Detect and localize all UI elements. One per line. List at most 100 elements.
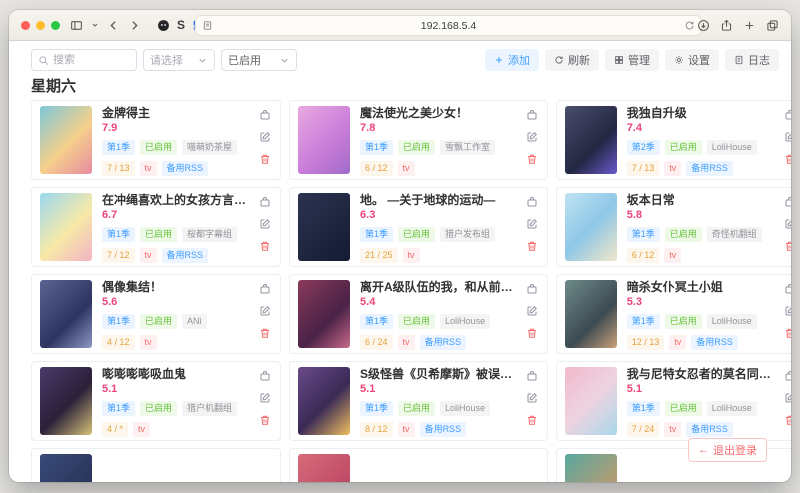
- manage-button[interactable]: 管理: [605, 49, 659, 71]
- card-title: 嘭嘭嘭嘭吸血鬼: [102, 367, 272, 382]
- anime-card-partial[interactable]: [289, 448, 548, 482]
- tag-status: 已启用: [665, 227, 702, 242]
- anime-card[interactable]: 偶像集结！ 5.6 第1季 已启用 ANi 4 / 12 tv: [31, 274, 281, 354]
- delete-button[interactable]: [259, 327, 271, 339]
- anime-poster: [565, 106, 617, 174]
- logs-button[interactable]: 日志: [725, 49, 779, 71]
- anime-card[interactable]: 坂本日常 5.8 第1季 已启用 奇怪机翻组 6 / 12 tv: [556, 187, 791, 267]
- grid-icon: [614, 55, 624, 65]
- chevron-down-icon[interactable]: [91, 21, 99, 29]
- minimize-window-button[interactable]: [36, 21, 45, 30]
- archive-button[interactable]: [526, 283, 538, 295]
- anime-card[interactable]: 在冲绳喜欢上的女孩方言… 6.7 第1季 已启用 桜都字幕组 7 / 12 tv…: [31, 187, 281, 267]
- archive-button[interactable]: [259, 196, 271, 208]
- close-window-button[interactable]: [21, 21, 30, 30]
- back-icon[interactable]: [107, 19, 120, 32]
- robot-extension-icon[interactable]: [157, 19, 170, 32]
- tag-group: LoliHouse: [707, 140, 757, 155]
- delete-button[interactable]: [526, 327, 538, 339]
- forward-icon[interactable]: [128, 19, 141, 32]
- delete-button[interactable]: [259, 240, 271, 252]
- archive-button[interactable]: [259, 370, 271, 382]
- edit-button[interactable]: [526, 392, 538, 404]
- tag-type: tv: [664, 422, 681, 437]
- edit-button[interactable]: [259, 392, 271, 404]
- edit-button[interactable]: [784, 305, 791, 317]
- edit-button[interactable]: [784, 218, 791, 230]
- edit-button[interactable]: [259, 131, 271, 143]
- anime-card[interactable]: 魔法使光之美少女！ 7.8 第1季 已启用 雪飘工作室 6 / 12 tv: [289, 100, 548, 180]
- page-icon[interactable]: [202, 20, 213, 31]
- delete-button[interactable]: [784, 153, 791, 165]
- anime-card[interactable]: 我独自升级 7.4 第2季 已启用 LoliHouse 7 / 13 tv 备用…: [556, 100, 791, 180]
- tag-season: 第1季: [627, 401, 660, 416]
- tag-season: 第1季: [102, 314, 135, 329]
- document-icon: [734, 55, 744, 65]
- tab-overview-icon[interactable]: [766, 19, 779, 32]
- archive-button[interactable]: [784, 109, 791, 121]
- anime-card[interactable]: 地。 —关于地球的运动— 6.3 第1季 已启用 猎户发布组 21 / 25 t…: [289, 187, 548, 267]
- edit-button[interactable]: [526, 305, 538, 317]
- delete-button[interactable]: [526, 153, 538, 165]
- card-rating: 6.3: [360, 209, 539, 221]
- card-title: S级怪兽《贝希摩斯》被误…: [360, 367, 539, 382]
- delete-button[interactable]: [526, 414, 538, 426]
- edit-button[interactable]: [784, 392, 791, 404]
- archive-button[interactable]: [526, 109, 538, 121]
- settings-button[interactable]: 设置: [665, 49, 719, 71]
- archive-button[interactable]: [784, 370, 791, 382]
- anime-card[interactable]: S级怪兽《贝希摩斯》被误… 5.1 第1季 已启用 LoliHouse 8 / …: [289, 361, 548, 441]
- group-select[interactable]: 请选择: [143, 49, 215, 71]
- edit-icon: [784, 131, 791, 143]
- delete-button[interactable]: [784, 414, 791, 426]
- archive-button[interactable]: [259, 283, 271, 295]
- search-input[interactable]: [53, 54, 130, 66]
- archive-icon: [526, 109, 538, 121]
- anime-card-partial[interactable]: [31, 448, 281, 482]
- refresh-button[interactable]: 刷新: [545, 49, 599, 71]
- delete-button[interactable]: [259, 153, 271, 165]
- tag-type: tv: [403, 248, 420, 263]
- anime-card[interactable]: 我与尼特女忍者的莫名同… 5.1 第1季 已启用 LoliHouse 7 / 2…: [556, 361, 791, 441]
- tag-group: LoliHouse: [707, 401, 757, 416]
- edit-button[interactable]: [526, 131, 538, 143]
- archive-button[interactable]: [784, 196, 791, 208]
- add-button-label: 添加: [508, 52, 530, 68]
- archive-button[interactable]: [526, 196, 538, 208]
- anime-card[interactable]: 暗杀女仆冥土小姐 5.3 第1季 已启用 LoliHouse 12 / 13 t…: [556, 274, 791, 354]
- edit-button[interactable]: [784, 131, 791, 143]
- share-icon[interactable]: [720, 19, 733, 32]
- edit-button[interactable]: [259, 218, 271, 230]
- delete-button[interactable]: [784, 240, 791, 252]
- archive-icon: [526, 370, 538, 382]
- archive-button[interactable]: [526, 370, 538, 382]
- edit-button[interactable]: [526, 218, 538, 230]
- archive-button[interactable]: [259, 109, 271, 121]
- logout-button[interactable]: ← 退出登录: [688, 438, 767, 462]
- anime-card[interactable]: 嘭嘭嘭嘭吸血鬼 5.1 第1季 已启用 猎户机翻组 4 / * tv: [31, 361, 281, 441]
- manage-button-label: 管理: [628, 52, 650, 68]
- edit-button[interactable]: [259, 305, 271, 317]
- archive-icon: [259, 370, 271, 382]
- archive-icon: [526, 283, 538, 295]
- downloads-icon[interactable]: [697, 19, 710, 32]
- tag-progress: 8 / 12: [360, 422, 393, 437]
- archive-icon: [259, 283, 271, 295]
- sidebar-icon[interactable]: [70, 19, 83, 32]
- delete-button[interactable]: [259, 414, 271, 426]
- address-bar[interactable]: 192.168.5.4: [195, 15, 702, 36]
- new-tab-icon[interactable]: [743, 19, 756, 32]
- status-select[interactable]: 已启用: [221, 49, 297, 71]
- anime-card[interactable]: 金牌得主 7.9 第1季 已启用 喵萌奶茶屋 7 / 13 tv 备用RSS: [31, 100, 281, 180]
- archive-button[interactable]: [784, 283, 791, 295]
- reload-icon[interactable]: [684, 20, 695, 31]
- trash-icon: [259, 153, 271, 165]
- add-button[interactable]: 添加: [485, 49, 539, 71]
- s-extension-icon[interactable]: S: [177, 19, 185, 31]
- zoom-window-button[interactable]: [51, 21, 60, 30]
- card-rating: 5.3: [627, 296, 791, 308]
- anime-card[interactable]: 离开A级队伍的我，和从前… 5.4 第1季 已启用 LoliHouse 6 / …: [289, 274, 548, 354]
- delete-button[interactable]: [784, 327, 791, 339]
- tag-rss: 备用RSS: [686, 422, 733, 437]
- delete-button[interactable]: [526, 240, 538, 252]
